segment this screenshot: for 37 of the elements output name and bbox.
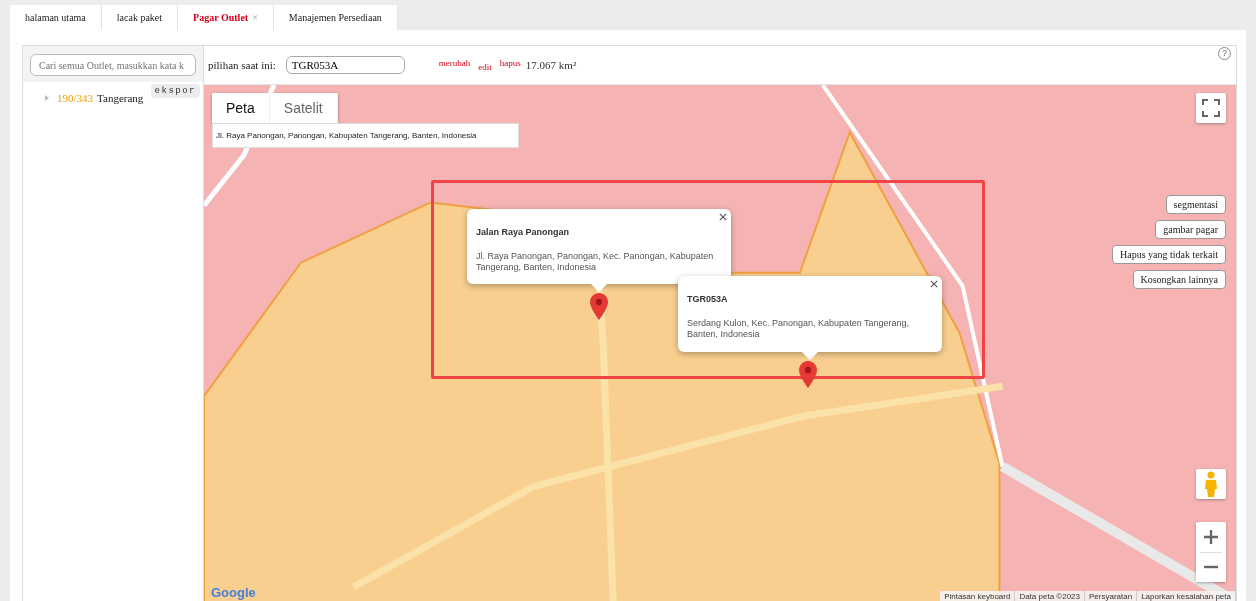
person-icon <box>1204 471 1218 497</box>
fullscreen-icon <box>1202 99 1220 117</box>
action-link[interactable]: edit <box>478 62 492 72</box>
close-icon[interactable] <box>719 213 727 221</box>
map-type-tab[interactable]: Satelit <box>269 93 338 123</box>
address-label: Jl. Raya Panongan, Panongan, Kabupaten Tangerang, Banten, Indonesia <box>212 123 519 148</box>
selection-label: pilihan saat ini: <box>208 59 276 71</box>
tree-item[interactable]: Tangerang <box>97 92 144 104</box>
close-icon[interactable] <box>930 280 938 288</box>
minus-icon <box>1203 565 1219 569</box>
map-pin-icon[interactable] <box>799 361 817 388</box>
outlet-count: 190/343 <box>57 92 94 104</box>
export-button[interactable]: ekspor <box>150 84 200 98</box>
map-action-button[interactable]: gambar pagar <box>1155 220 1226 239</box>
map-action-button[interactable]: Hapus yang tidak terkait <box>1111 245 1226 264</box>
info-address: Serdang Kulon, Kec. Panongan, Kabupaten Tangerang, Banten, Indonesia <box>687 318 910 340</box>
search-field[interactable]: Cari semua Outlet, masukkan kata k <box>30 54 196 76</box>
area-value: 17.067 km² <box>525 59 577 71</box>
footer-link[interactable]: Laporkan kesalahan peta <box>1137 591 1236 601</box>
info-address: Jl. Raya Panongan, Panongan, Kec. Panongan, Kabupaten Tangerang, Banten, Indonesia <box>476 251 715 273</box>
fullscreen-button[interactable] <box>1196 93 1226 123</box>
info-title: Jalan Raya Panongan <box>476 227 571 237</box>
map-action-button[interactable]: segmentasi <box>1165 195 1226 214</box>
footer-link[interactable]: Persyaratan <box>1085 591 1138 601</box>
info-title: TGR053A <box>687 294 729 304</box>
selection-field[interactable]: TGR053A <box>285 56 405 74</box>
footer-link[interactable]: Pintasan keyboard <box>940 591 1016 601</box>
footer-link[interactable]: Data peta ©2023 <box>1015 591 1085 601</box>
map-type-tab[interactable]: Peta <box>212 93 270 123</box>
map-action-button[interactable]: Kosongkan lainnya <box>1132 270 1226 289</box>
plus-icon <box>1203 529 1219 545</box>
action-link[interactable]: hapus <box>499 58 521 68</box>
zoom-out-button[interactable] <box>1196 552 1226 582</box>
zoom-in-button[interactable] <box>1196 522 1226 552</box>
map-pin-icon[interactable] <box>590 293 608 320</box>
map-logo: Google <box>211 585 256 600</box>
action-link[interactable]: merubah <box>438 58 471 68</box>
